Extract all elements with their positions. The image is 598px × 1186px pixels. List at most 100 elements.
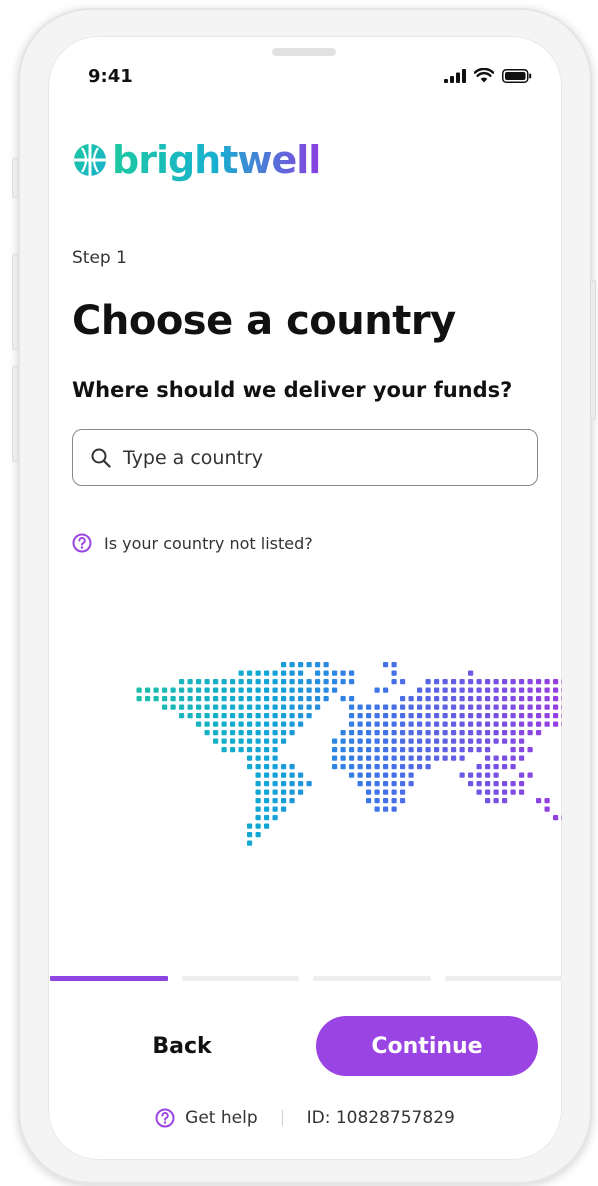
map-dot — [272, 696, 278, 702]
map-dot — [391, 772, 397, 778]
status-bar: 9:41 — [48, 64, 562, 92]
map-dot — [366, 747, 372, 753]
map-dot — [374, 764, 380, 770]
map-dot — [510, 721, 516, 727]
brand-logo: brightwell — [72, 138, 321, 182]
map-dot — [493, 755, 499, 761]
map-dot — [349, 747, 355, 753]
map-dot — [187, 713, 193, 719]
map-dot — [255, 781, 261, 787]
map-dot — [459, 704, 465, 710]
map-dot — [434, 687, 440, 693]
map-dot — [400, 781, 406, 787]
map-dot — [519, 704, 525, 710]
map-dot — [264, 730, 270, 736]
map-dot — [340, 755, 346, 761]
country-search-input[interactable] — [123, 446, 503, 469]
map-dot — [238, 738, 244, 744]
map-dot — [442, 738, 448, 744]
map-dot — [468, 679, 474, 685]
map-dot — [221, 679, 227, 685]
map-dot — [289, 662, 295, 668]
map-dot — [298, 696, 304, 702]
map-dot — [527, 747, 533, 753]
map-dot — [519, 713, 525, 719]
map-dot — [493, 713, 499, 719]
map-dot — [451, 687, 457, 693]
map-dot — [298, 713, 304, 719]
map-dot — [306, 662, 312, 668]
map-dot — [281, 772, 287, 778]
get-help-link[interactable]: Get help — [155, 1108, 258, 1128]
map-dot — [272, 713, 278, 719]
map-dot — [340, 747, 346, 753]
map-dot — [476, 679, 482, 685]
map-dot — [425, 755, 431, 761]
map-dot — [434, 730, 440, 736]
map-dot — [264, 764, 270, 770]
map-dot — [264, 696, 270, 702]
map-dot — [485, 798, 491, 804]
map-dot — [289, 772, 295, 778]
map-dot — [502, 789, 508, 795]
map-dot — [493, 764, 499, 770]
map-dot — [485, 755, 491, 761]
map-dot — [281, 789, 287, 795]
map-dot — [553, 713, 559, 719]
map-dot — [281, 806, 287, 812]
map-dot — [255, 730, 261, 736]
brand-name: brightwell — [112, 138, 321, 182]
map-dot — [408, 713, 414, 719]
map-dot — [400, 764, 406, 770]
map-dot — [281, 670, 287, 676]
map-dot — [417, 755, 423, 761]
map-dot — [196, 721, 202, 727]
map-dot — [264, 721, 270, 727]
map-dot — [493, 789, 499, 795]
map-dot — [323, 679, 329, 685]
map-dot — [196, 696, 202, 702]
map-dot — [255, 747, 261, 753]
map-dot — [510, 764, 516, 770]
map-dot — [357, 755, 363, 761]
map-dot — [221, 687, 227, 693]
map-dot — [434, 755, 440, 761]
map-dot — [272, 679, 278, 685]
map-dot — [493, 798, 499, 804]
map-dot — [281, 764, 287, 770]
map-dot — [221, 704, 227, 710]
map-dot — [264, 704, 270, 710]
map-dot — [332, 670, 338, 676]
map-dot — [298, 789, 304, 795]
country-search-field[interactable] — [72, 429, 538, 486]
map-dot — [179, 687, 185, 693]
map-dot — [264, 747, 270, 753]
map-dot — [502, 696, 508, 702]
continue-button[interactable]: Continue — [316, 1016, 538, 1076]
map-dot — [289, 789, 295, 795]
map-dot — [332, 764, 338, 770]
map-dot — [493, 687, 499, 693]
map-dot — [366, 755, 372, 761]
map-dot — [315, 679, 321, 685]
back-button[interactable]: Back — [112, 1016, 252, 1076]
map-dot — [281, 798, 287, 804]
map-dot — [366, 721, 372, 727]
map-dot — [383, 798, 389, 804]
map-dot — [255, 713, 261, 719]
map-dot — [357, 764, 363, 770]
country-not-listed-link[interactable]: Is your country not listed? — [72, 533, 313, 553]
map-dot — [544, 687, 550, 693]
map-dot — [247, 696, 253, 702]
map-dot — [451, 696, 457, 702]
map-dot — [383, 781, 389, 787]
map-dot — [408, 764, 414, 770]
map-dot — [459, 679, 465, 685]
map-dot — [179, 696, 185, 702]
map-dot — [306, 687, 312, 693]
map-dot — [425, 687, 431, 693]
map-dot — [255, 823, 261, 829]
map-dot — [383, 713, 389, 719]
map-dot — [213, 721, 219, 727]
map-dot — [281, 730, 287, 736]
